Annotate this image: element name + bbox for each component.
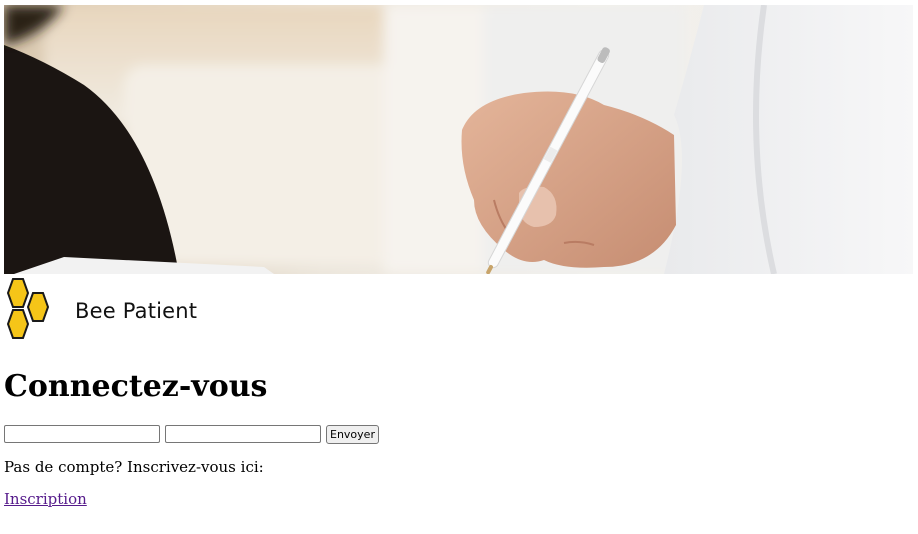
login-form: Envoyer — [4, 424, 914, 444]
password-field[interactable] — [165, 425, 321, 443]
signup-link[interactable]: Inscription — [4, 490, 87, 508]
login-heading: Connectez-vous — [4, 369, 268, 404]
honeycomb-logo-icon — [6, 278, 50, 339]
brand: Bee Patient — [4, 276, 914, 344]
submit-button[interactable]: Envoyer — [326, 424, 379, 444]
page: Bee Patient Connectez-vous Envoyer Pas d… — [0, 0, 918, 508]
signup-link-row: Inscription — [4, 490, 914, 508]
signup-prompt: Pas de compte? Inscrivez-vous ici: — [4, 458, 264, 476]
hero-image — [4, 5, 913, 274]
username-field[interactable] — [4, 425, 160, 443]
brand-name: Bee Patient — [75, 299, 198, 323]
